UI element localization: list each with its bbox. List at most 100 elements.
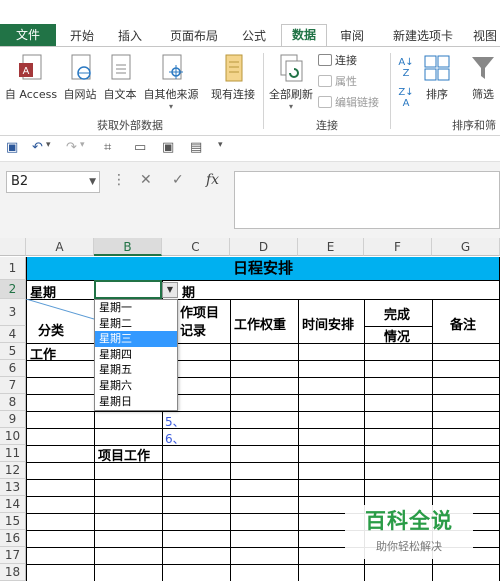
validation-dropdown-list[interactable]: 星期一 星期二 星期三 星期四 星期五 星期六 星期日 (94, 299, 178, 411)
filter-button[interactable]: 筛选 (466, 53, 500, 102)
row-header-1[interactable]: 1 (0, 257, 26, 280)
clipboard-icon[interactable]: ▤ (190, 140, 202, 155)
refresh-all-button[interactable]: 全部刷新 ▾ (266, 53, 316, 111)
column-header-g[interactable]: G (432, 238, 500, 256)
dropdown-option-thursday[interactable]: 星期四 (95, 347, 177, 363)
column-header-b[interactable]: B (94, 238, 162, 256)
formula-bar: B2 ▼ ⋮ ✕ ✓ fx (0, 162, 500, 238)
from-web-label: 自网站 (63, 88, 97, 101)
from-text-button[interactable]: 自文本 (100, 53, 140, 102)
tab-review[interactable]: 审阅 (332, 26, 372, 46)
title-banner[interactable]: 日程安排 (26, 257, 500, 280)
dropdown-option-friday[interactable]: 星期五 (95, 362, 177, 378)
cell-d3[interactable]: 工作权重 (234, 314, 286, 333)
cell-f4[interactable]: 情况 (384, 326, 410, 345)
dropdown-option-monday[interactable]: 星期一 (95, 300, 177, 316)
tab-new-tab[interactable]: 新建选项卡 (381, 26, 465, 46)
save-icon[interactable]: ▣ (6, 140, 18, 155)
tab-view[interactable]: 视图 (470, 26, 500, 46)
cell-c4[interactable]: 记录 (180, 320, 206, 339)
select-all-corner[interactable] (0, 238, 26, 256)
dropdown-option-tuesday[interactable]: 星期二 (95, 316, 177, 332)
dropdown-option-saturday[interactable]: 星期六 (95, 378, 177, 394)
undo-icon[interactable]: ↶ (32, 140, 43, 155)
tab-page-layout[interactable]: 页面布局 (158, 26, 230, 46)
row-header-10[interactable]: 10 (0, 428, 26, 445)
row-header-17[interactable]: 17 (0, 547, 26, 564)
row-header-16[interactable]: 16 (0, 530, 26, 547)
cell-g3[interactable]: 备注 (450, 314, 476, 333)
chevron-down-icon[interactable]: ▾ (46, 140, 51, 150)
sort-button[interactable]: 排序 (420, 53, 454, 102)
dropdown-option-sunday[interactable]: 星期日 (95, 394, 177, 410)
cell-c3[interactable]: 作项目 (180, 302, 219, 321)
chevron-down-icon[interactable]: ▾ (80, 140, 85, 150)
tab-insert[interactable]: 插入 (108, 26, 152, 46)
row-header-14[interactable]: 14 (0, 496, 26, 513)
redo-icon[interactable]: ↷ (66, 140, 77, 155)
column-header-f[interactable]: F (364, 238, 432, 256)
name-box[interactable]: B2 ▼ (6, 171, 100, 193)
tab-data[interactable]: 数据 (281, 24, 327, 48)
column-header-c[interactable]: C (162, 238, 230, 256)
grid-line (26, 564, 500, 565)
tab-formulas[interactable]: 公式 (234, 26, 274, 46)
tab-file[interactable]: 文件 (0, 24, 56, 46)
camera-icon[interactable]: ▣ (162, 140, 174, 155)
cell-f3[interactable]: 完成 (384, 304, 410, 323)
cell-a5[interactable]: 工作 (30, 344, 56, 363)
insert-function-icon[interactable]: fx (206, 172, 219, 188)
sort-ascending-button[interactable]: A↓ Z (396, 57, 416, 79)
row-header-15[interactable]: 15 (0, 513, 26, 530)
format-painter-icon[interactable]: ⌗ (104, 140, 111, 155)
access-icon: A (18, 53, 44, 83)
edit-links-button[interactable]: 编辑链接 (318, 94, 379, 112)
row-header-13[interactable]: 13 (0, 479, 26, 496)
row-header-5[interactable]: 5 (0, 343, 26, 360)
cancel-icon[interactable]: ✕ (140, 172, 152, 188)
column-header-a[interactable]: A (26, 238, 94, 256)
watermark-logo: 百科全说 助你轻松解决 (345, 505, 473, 559)
edit-links-label: 编辑链接 (335, 96, 379, 109)
tab-home[interactable]: 开始 (60, 26, 104, 46)
row-header-18[interactable]: 18 (0, 564, 26, 581)
row-header-12[interactable]: 12 (0, 462, 26, 479)
dropdown-arrow-button[interactable]: ▼ (162, 282, 178, 298)
sort-az-icon: A↓ Z (398, 57, 414, 79)
row-header-9[interactable]: 9 (0, 411, 26, 428)
enter-icon[interactable]: ✓ (172, 172, 184, 188)
column-header-e[interactable]: E (298, 238, 364, 256)
from-access-button[interactable]: A 自 Access (2, 53, 60, 102)
cell-a2[interactable]: 星期 (30, 282, 56, 301)
group-label-get-external-data: 获取外部数据 (97, 119, 163, 132)
cell-b11[interactable]: 项目工作 (98, 445, 150, 464)
row-header-3[interactable]: 3 (0, 299, 26, 326)
cell-c2[interactable]: 期 (182, 282, 195, 301)
connections-button[interactable]: 连接 (318, 52, 357, 70)
row-header-2[interactable]: 2 (0, 280, 26, 299)
chevron-down-icon[interactable]: ▼ (89, 172, 96, 192)
customize-toolbar-icon[interactable]: ▾ (218, 140, 223, 150)
sort-descending-button[interactable]: Z↓ A (396, 87, 416, 109)
cell-c10[interactable]: 6、 (165, 430, 185, 447)
from-web-button[interactable]: 自网站 (60, 53, 100, 102)
row-header-7[interactable]: 7 (0, 377, 26, 394)
dropdown-option-wednesday[interactable]: 星期三 (95, 331, 177, 347)
row-header-6[interactable]: 6 (0, 360, 26, 377)
row-header-4[interactable]: 4 (0, 326, 26, 343)
cell-b2-selected[interactable] (94, 280, 162, 299)
from-other-sources-button[interactable]: 自其他来源 ▾ (140, 53, 202, 111)
cell-c9[interactable]: 5、 (165, 413, 185, 430)
row-header-8[interactable]: 8 (0, 394, 26, 411)
properties-icon (318, 75, 332, 87)
formula-input[interactable] (234, 171, 500, 229)
column-header-d[interactable]: D (230, 238, 298, 256)
cell-a4[interactable]: 分类 (38, 320, 64, 339)
cell-e3[interactable]: 时间安排 (302, 314, 354, 333)
row-header-11[interactable]: 11 (0, 445, 26, 462)
from-access-label: 自 Access (4, 88, 58, 101)
name-box-value: B2 (11, 174, 29, 189)
existing-connections-button[interactable]: 现有连接 (206, 53, 260, 102)
properties-button[interactable]: 属性 (318, 73, 357, 91)
form-icon[interactable]: ▭ (134, 140, 146, 155)
